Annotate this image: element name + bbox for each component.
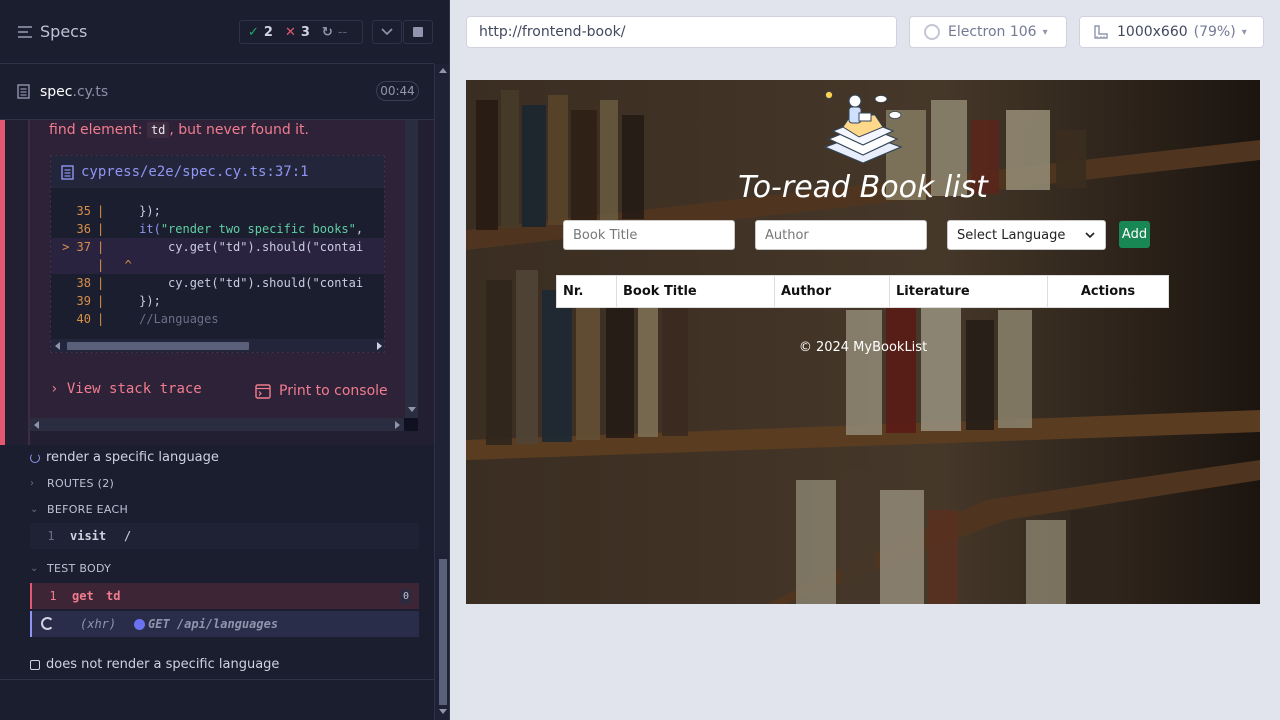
cypress-reporter: Specs ✓ 2 ✕ 3 ↻ -- spec.cy.ts 00:44 find…	[0, 0, 450, 720]
code-line: 36 | it("render two specific books",	[76, 222, 364, 236]
specs-title[interactable]: Specs	[40, 22, 87, 41]
scrollbar-thumb[interactable]	[67, 342, 249, 350]
scroll-down-icon[interactable]	[439, 709, 447, 714]
footer-copyright: © 2024 MyBookList	[798, 340, 928, 355]
error-box: find element: td, but never found it. cy…	[30, 120, 418, 418]
collapse-all-button[interactable]	[372, 20, 402, 44]
view-stack-trace-button[interactable]: › View stack trace	[50, 381, 202, 397]
viewport-selector[interactable]: 1000x660 (79%) ▾	[1079, 16, 1264, 48]
reading-person-logo-icon	[823, 91, 903, 164]
add-button[interactable]: Add	[1119, 221, 1150, 248]
scroll-left-icon[interactable]	[34, 421, 39, 429]
code-line-highlighted: > 37 | cy.get("td").should("contai	[51, 238, 384, 256]
scroll-up-icon[interactable]	[439, 68, 447, 73]
spec-duration: 00:44	[376, 81, 419, 101]
code-line-caret: | ^	[51, 256, 384, 274]
divider	[0, 679, 434, 680]
book-table-header: Nr. Book Title Author Literature Actions	[556, 275, 1169, 308]
command-get-failed[interactable]: 1 get td 0	[30, 583, 419, 609]
spec-bar: spec.cy.ts 00:44	[0, 64, 434, 120]
code-line: 39 | });	[76, 294, 161, 308]
file-icon	[61, 165, 74, 180]
scroll-right-icon[interactable]	[395, 421, 400, 429]
chevron-down-icon: ⌄	[30, 504, 39, 515]
chevron-down-icon: ⌄	[30, 563, 39, 574]
code-frame: cypress/e2e/spec.cy.ts:37:1 35 | }); 36 | …	[50, 155, 385, 353]
error-horizontal-scrollbar[interactable]	[30, 418, 404, 431]
viewport-icon	[1094, 25, 1108, 39]
chevron-right-icon: ›	[50, 381, 59, 397]
chevron-down-icon: ▾	[1042, 26, 1048, 38]
pending-count: ↻ --	[321, 24, 348, 40]
console-icon	[255, 383, 271, 399]
code-line: 35 | });	[76, 204, 161, 218]
chevron-down-icon	[381, 28, 393, 36]
error-code: td	[146, 122, 170, 138]
stop-icon	[413, 27, 423, 37]
specs-menu-icon[interactable]	[17, 24, 33, 40]
stop-button[interactable]	[403, 20, 433, 44]
scroll-left-icon[interactable]	[55, 342, 60, 350]
chevron-down-icon	[1085, 231, 1095, 238]
code-frame-header: cypress/e2e/spec.cy.ts:37:1	[51, 156, 384, 188]
print-to-console-button[interactable]: Print to console	[255, 383, 388, 399]
scrollbar-corner	[404, 418, 418, 431]
column-header: Book Title	[617, 276, 775, 307]
page-title: To-read Book list	[738, 170, 988, 205]
column-header: Nr.	[557, 276, 617, 307]
check-icon: ✓	[248, 24, 259, 40]
browser-selector[interactable]: Electron 106 ▾	[909, 16, 1067, 48]
column-header: Literature	[890, 276, 1048, 307]
code-file-link[interactable]: cypress/e2e/spec.cy.ts:37:1	[81, 164, 309, 180]
test-body-section[interactable]: ⌄ TEST BODY	[30, 562, 111, 575]
book-title-input[interactable]: Book Title	[563, 220, 735, 250]
url-bar[interactable]: http://frontend-book/	[466, 16, 897, 48]
spinner-icon: ↻	[321, 24, 333, 40]
browser-icon	[924, 24, 940, 40]
pending-square-icon	[30, 659, 40, 670]
error-vertical-scrollbar[interactable]	[405, 120, 418, 418]
x-icon: ✕	[284, 24, 296, 40]
command-xhr[interactable]: (xhr) GET /api/languages	[30, 611, 419, 637]
running-spinner-icon	[30, 452, 40, 463]
scroll-down-icon[interactable]	[408, 407, 416, 412]
routes-section[interactable]: › ROUTES (2)	[30, 477, 114, 490]
reporter-vertical-scrollbar[interactable]	[434, 64, 449, 720]
code-horizontal-scrollbar[interactable]	[51, 339, 384, 352]
test-pending[interactable]: does not render a specific language	[30, 657, 279, 672]
column-header: Actions	[1080, 284, 1136, 299]
code-lines: 35 | }); 36 | it("render two specific book…	[51, 202, 384, 328]
scroll-right-icon[interactable]	[377, 342, 382, 350]
loading-spinner-icon	[41, 617, 54, 630]
spec-file-name[interactable]: spec.cy.ts	[40, 84, 108, 100]
failed-indicator	[0, 120, 5, 445]
command-visit[interactable]: 1 visit /	[30, 523, 419, 549]
failed-count: ✕ 3	[284, 24, 310, 40]
code-line: 38 | cy.get("td").should("contai	[76, 276, 364, 290]
before-each-section[interactable]: ⌄ BEFORE EACH	[30, 503, 128, 516]
app-under-test-panel: http://frontend-book/ Electron 106 ▾ 100…	[450, 0, 1280, 720]
error-message: find element: td, but never found it.	[49, 122, 309, 138]
chevron-right-icon: ›	[30, 478, 35, 489]
test-error-panel: find element: td, but never found it. cy…	[0, 120, 434, 445]
scrollbar-thumb[interactable]	[439, 559, 447, 705]
test-running[interactable]: render a specific language	[30, 450, 219, 465]
file-icon	[17, 84, 30, 99]
pending-dot-icon	[134, 619, 145, 630]
passed-count: ✓ 2	[248, 24, 273, 40]
column-header: Author	[775, 276, 890, 307]
test-stats: ✓ 2 ✕ 3 ↻ --	[239, 20, 363, 44]
chevron-down-icon: ▾	[1241, 26, 1247, 38]
author-input[interactable]: Author	[755, 220, 927, 250]
element-count-badge: 0	[400, 589, 412, 604]
language-select[interactable]: Select Language	[947, 220, 1106, 250]
code-line: 40 | //Languages	[76, 312, 219, 326]
app-iframe: To-read Book list Book Title Author Sele…	[466, 80, 1260, 604]
reporter-header: Specs ✓ 2 ✕ 3 ↻ --	[0, 0, 434, 64]
